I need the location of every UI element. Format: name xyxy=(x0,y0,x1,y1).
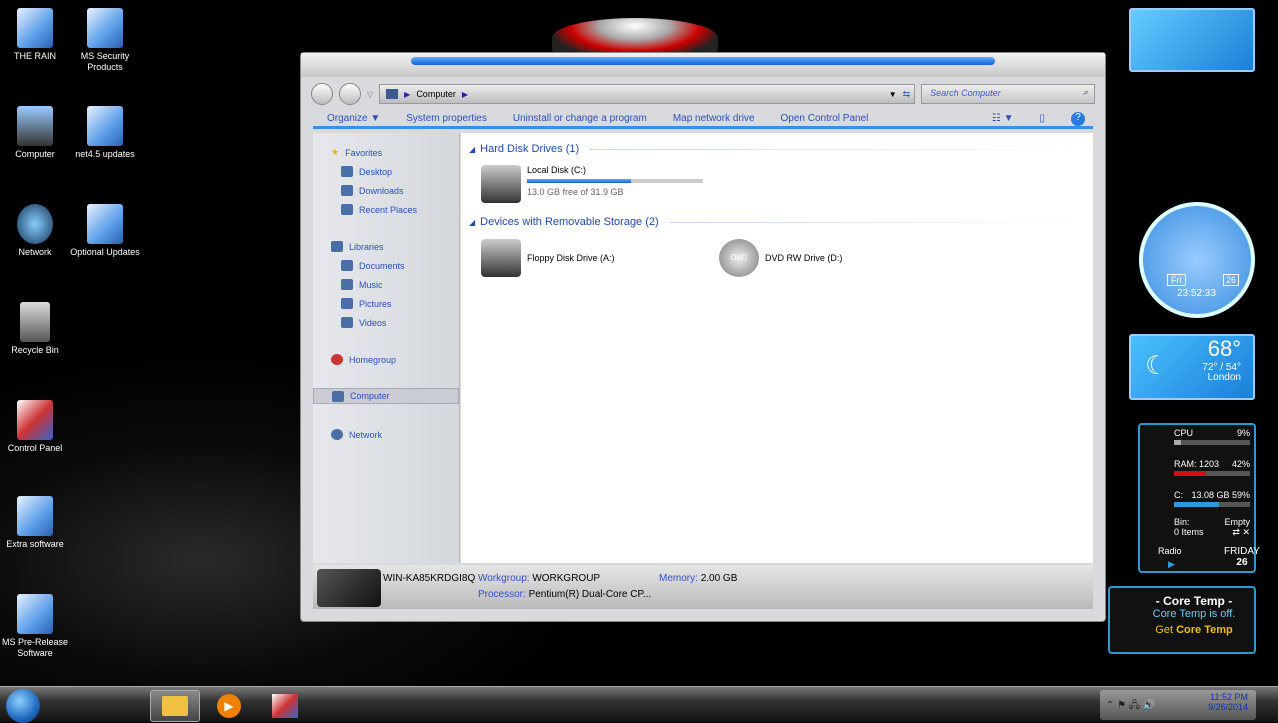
chevron-right-icon[interactable]: ▶ xyxy=(462,90,468,99)
recent-places-icon xyxy=(341,204,353,215)
nav-libraries[interactable]: Libraries xyxy=(331,241,384,252)
desktop-icon-recycle-bin[interactable]: Recycle Bin xyxy=(0,302,70,356)
nav-downloads[interactable]: Downloads xyxy=(341,185,404,196)
star-icon: ★ xyxy=(331,147,340,157)
folder-icon xyxy=(87,8,123,48)
navigation-pane: ★ Favorites Desktop Downloads Recent Plac… xyxy=(313,133,460,563)
drive-floppy-a[interactable]: Floppy Disk Drive (A:) xyxy=(481,239,615,277)
explorer-window: ▽ ▶ Computer ▶ ▼ ⇆ Search Computer ⌕ Orga… xyxy=(300,52,1106,622)
pictures-icon xyxy=(341,298,353,309)
nav-network[interactable]: Network xyxy=(331,429,382,440)
command-bar: Organize ▼ System properties Uninstall o… xyxy=(313,111,1093,129)
weather-gadget[interactable]: ☾ 68° 72° / 54° London xyxy=(1129,334,1255,400)
recent-pages-icon[interactable]: ▽ xyxy=(367,90,373,99)
homegroup-icon xyxy=(331,354,343,365)
map-network-drive-button[interactable]: Map network drive xyxy=(673,113,755,124)
desktop-icon-ms-prerelease[interactable]: MS Pre-Release Software xyxy=(0,594,70,659)
title-bar[interactable] xyxy=(301,53,1105,77)
network-icon xyxy=(17,204,53,244)
radio-play-button[interactable]: ▶ xyxy=(1168,559,1175,570)
floppy-drive-icon xyxy=(481,239,521,277)
view-options-icon[interactable]: ☷ ▼ xyxy=(992,113,1014,124)
nav-homegroup[interactable]: Homegroup xyxy=(331,354,396,365)
downloads-icon xyxy=(341,185,353,196)
forward-button[interactable] xyxy=(339,83,361,105)
play-icon: ▶ xyxy=(217,694,241,718)
videos-icon xyxy=(341,317,353,328)
back-button[interactable] xyxy=(311,83,333,105)
open-control-panel-button[interactable]: Open Control Panel xyxy=(781,113,869,124)
night-cloud-icon: ☾ xyxy=(1145,350,1169,380)
desktop-icon-the-rain[interactable]: THE RAIN xyxy=(0,8,70,62)
nav-favorites[interactable]: ★ Favorites xyxy=(331,147,382,158)
desktop-icon-ms-security[interactable]: MS Security Products xyxy=(70,8,140,73)
music-icon xyxy=(341,279,353,290)
folder-icon xyxy=(87,106,123,146)
core-temp-gadget: - Core Temp - Core Temp is off. Get Core… xyxy=(1108,586,1256,654)
folder-icon xyxy=(17,594,53,634)
address-bar[interactable]: ▶ Computer ▶ ▼ ⇆ xyxy=(379,84,916,104)
desktop-icon-computer[interactable]: Computer xyxy=(0,106,70,160)
documents-icon xyxy=(341,260,353,271)
libraries-icon xyxy=(331,241,343,252)
folder-icon xyxy=(17,496,53,536)
search-icon: ⌕ xyxy=(1082,87,1088,97)
desktop-icon-net45[interactable]: net4.5 updates xyxy=(70,106,140,160)
desktop-icon-extra-software[interactable]: Extra software xyxy=(0,496,70,550)
drive-local-disk-c[interactable]: Local Disk (C:) 13.0 GB free of 31.9 GB xyxy=(481,165,703,203)
content-pane: ◢ Hard Disk Drives (1) Local Disk (C:) 13… xyxy=(461,133,1093,563)
help-icon[interactable]: ? xyxy=(1071,111,1085,126)
empty-bin-button[interactable]: ⇄ ✕ xyxy=(1232,527,1250,538)
group-removable-storage[interactable]: ◢ Devices with Removable Storage (2) xyxy=(469,216,1089,228)
taskbar-media-player[interactable]: ▶ xyxy=(204,690,254,722)
folder-icon xyxy=(162,696,188,716)
system-meter-gadget: CPU 9% RAM: 1203 42% C: 13.08 GB 59% Bin: Em… xyxy=(1138,423,1260,573)
rain-icon xyxy=(17,8,53,48)
organize-button[interactable]: Organize ▼ xyxy=(327,113,380,124)
start-button[interactable] xyxy=(6,689,40,723)
network-meter-gadget[interactable] xyxy=(1129,8,1255,72)
desktop-icon xyxy=(341,166,353,177)
nav-music[interactable]: Music xyxy=(341,279,383,290)
control-panel-icon xyxy=(272,694,298,718)
uninstall-program-button[interactable]: Uninstall or change a program xyxy=(513,113,647,124)
desktop-icon-optional-updates[interactable]: Optional Updates xyxy=(70,204,140,258)
recycle-bin-icon xyxy=(20,302,50,342)
clock-gadget[interactable]: Fri 26 23:52:33 xyxy=(1139,202,1255,318)
dropdown-icon[interactable]: ▼ xyxy=(889,90,897,99)
search-input[interactable]: Search Computer ⌕ xyxy=(921,84,1095,104)
nav-desktop[interactable]: Desktop xyxy=(341,166,392,177)
group-hard-disk-drives[interactable]: ◢ Hard Disk Drives (1) xyxy=(469,143,1089,155)
dvd-drive-icon: DVD xyxy=(719,239,759,277)
network-icon xyxy=(331,429,343,440)
taskbar: ▶ ⌃ ⚑ 🖧 🔊 11:52 PM 9/26/2014 xyxy=(0,686,1278,723)
breadcrumb-computer[interactable]: Computer xyxy=(416,89,456,99)
system-properties-button[interactable]: System properties xyxy=(406,113,487,124)
folder-icon xyxy=(87,204,123,244)
nav-documents[interactable]: Documents xyxy=(341,260,405,271)
computer-icon xyxy=(317,569,381,607)
nav-computer[interactable]: Computer xyxy=(313,388,459,404)
taskbar-explorer[interactable] xyxy=(150,690,200,722)
drive-dvd-d[interactable]: DVD DVD RW Drive (D:) xyxy=(719,239,842,277)
refresh-icon[interactable]: ⇆ xyxy=(903,89,915,100)
computer-icon xyxy=(17,106,53,146)
get-core-temp-link[interactable]: Get Core Temp xyxy=(1134,624,1254,636)
desktop-icon-control-panel[interactable]: Control Panel xyxy=(0,400,70,454)
details-pane: WIN-KA85KRDGI8Q Workgroup: WORKGROUP Mem… xyxy=(313,565,1093,609)
hard-disk-icon xyxy=(481,165,521,203)
nav-pictures[interactable]: Pictures xyxy=(341,298,392,309)
computer-icon xyxy=(332,390,344,402)
desktop-icon-network[interactable]: Network xyxy=(0,204,70,258)
control-panel-icon xyxy=(17,400,53,440)
nav-recent-places[interactable]: Recent Places xyxy=(341,204,417,215)
nav-videos[interactable]: Videos xyxy=(341,317,386,328)
computer-icon xyxy=(386,89,399,99)
preview-pane-icon[interactable]: ▯ xyxy=(1039,113,1045,124)
disk-usage-bar xyxy=(527,179,703,183)
chevron-right-icon[interactable]: ▶ xyxy=(404,90,410,99)
taskbar-control-panel[interactable] xyxy=(260,690,310,722)
system-tray: ⌃ ⚑ 🖧 🔊 11:52 PM 9/26/2014 xyxy=(1100,690,1256,720)
show-hidden-icons-button[interactable]: ⌃ ⚑ 🖧 🔊 xyxy=(1106,698,1155,715)
